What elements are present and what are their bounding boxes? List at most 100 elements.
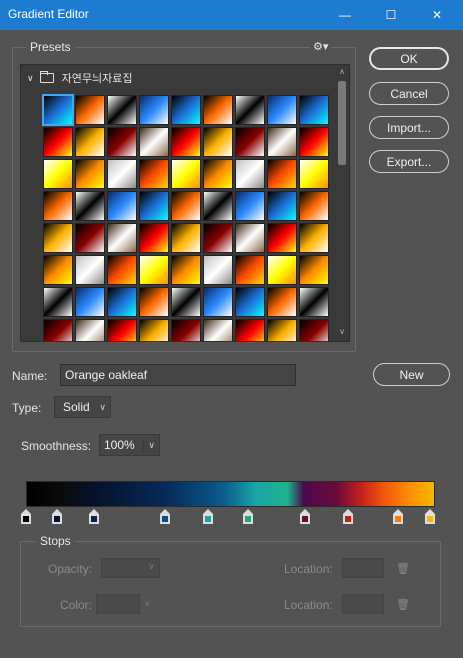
preset-swatch[interactable]: [171, 255, 201, 285]
preset-scrollbar[interactable]: ∧ ∨: [335, 65, 349, 341]
preset-swatch[interactable]: [107, 159, 137, 189]
color-stop[interactable]: [243, 509, 253, 524]
opacity-field[interactable]: ∨: [101, 558, 160, 578]
gradient-preview-bar[interactable]: [26, 481, 435, 507]
preset-swatch[interactable]: [75, 191, 105, 221]
preset-swatch[interactable]: [267, 127, 297, 157]
preset-swatch[interactable]: [203, 287, 233, 317]
import-button[interactable]: Import...: [369, 116, 449, 139]
preset-swatch[interactable]: [43, 159, 73, 189]
delete-color-stop-icon[interactable]: 🗑: [396, 598, 410, 611]
preset-swatch[interactable]: [267, 255, 297, 285]
color-stop[interactable]: [52, 509, 62, 524]
preset-swatch[interactable]: [203, 159, 233, 189]
color-stop[interactable]: [300, 509, 310, 524]
preset-swatch[interactable]: [299, 287, 329, 317]
preset-swatch[interactable]: [267, 191, 297, 221]
preset-swatch[interactable]: [75, 255, 105, 285]
preset-swatch[interactable]: [139, 255, 169, 285]
export-button[interactable]: Export...: [369, 150, 449, 173]
preset-swatch[interactable]: [203, 319, 233, 341]
preset-swatch[interactable]: [139, 127, 169, 157]
preset-swatch[interactable]: [139, 319, 169, 341]
preset-swatch[interactable]: [43, 127, 73, 157]
preset-swatch[interactable]: [107, 127, 137, 157]
preset-swatch[interactable]: [75, 159, 105, 189]
preset-swatch[interactable]: [75, 319, 105, 341]
preset-swatch[interactable]: [235, 95, 265, 125]
preset-swatch[interactable]: [171, 223, 201, 253]
preset-swatch[interactable]: [299, 223, 329, 253]
preset-swatch[interactable]: [75, 287, 105, 317]
preset-swatch[interactable]: [235, 223, 265, 253]
color-location-field[interactable]: [342, 594, 384, 614]
scroll-up-icon[interactable]: ∧: [335, 67, 349, 76]
type-select[interactable]: Solid ∨: [54, 396, 111, 418]
preset-swatch[interactable]: [235, 127, 265, 157]
color-stop[interactable]: [343, 509, 353, 524]
preset-swatch[interactable]: [299, 95, 329, 125]
preset-swatch[interactable]: [43, 223, 73, 253]
preset-swatch[interactable]: [42, 94, 74, 126]
new-button[interactable]: New: [373, 363, 450, 386]
scroll-down-icon[interactable]: ∨: [335, 327, 349, 336]
preset-swatch[interactable]: [267, 223, 297, 253]
preset-swatch[interactable]: [299, 191, 329, 221]
preset-swatch[interactable]: [235, 287, 265, 317]
color-stop[interactable]: [425, 509, 435, 524]
scrollbar-thumb[interactable]: [338, 81, 346, 165]
preset-swatch[interactable]: [107, 255, 137, 285]
preset-swatch[interactable]: [299, 319, 329, 341]
preset-swatch[interactable]: [203, 255, 233, 285]
preset-swatch[interactable]: [299, 159, 329, 189]
preset-swatch[interactable]: [43, 319, 73, 341]
preset-swatch[interactable]: [203, 191, 233, 221]
gear-icon[interactable]: ⚙▾: [310, 40, 332, 53]
preset-swatch[interactable]: [267, 319, 297, 341]
close-button[interactable]: ✕: [414, 0, 460, 30]
preset-swatch[interactable]: [75, 223, 105, 253]
preset-swatch[interactable]: [139, 191, 169, 221]
cancel-button[interactable]: Cancel: [369, 82, 449, 105]
preset-swatch[interactable]: [75, 127, 105, 157]
smoothness-select[interactable]: 100% ∨: [99, 434, 160, 456]
preset-swatch[interactable]: [171, 159, 201, 189]
preset-swatch[interactable]: [139, 223, 169, 253]
preset-swatch[interactable]: [235, 255, 265, 285]
preset-swatch[interactable]: [107, 223, 137, 253]
color-swatch-field[interactable]: [96, 594, 140, 614]
color-stop[interactable]: [203, 509, 213, 524]
preset-swatch[interactable]: [267, 159, 297, 189]
preset-swatch[interactable]: [107, 191, 137, 221]
preset-swatch[interactable]: [203, 127, 233, 157]
preset-swatch[interactable]: [171, 127, 201, 157]
preset-swatch[interactable]: [203, 223, 233, 253]
preset-swatch[interactable]: [299, 255, 329, 285]
preset-swatch[interactable]: [171, 287, 201, 317]
preset-swatch[interactable]: [75, 95, 105, 125]
preset-swatch[interactable]: [171, 191, 201, 221]
ok-button[interactable]: OK: [369, 47, 449, 70]
preset-swatch[interactable]: [267, 95, 297, 125]
preset-swatch[interactable]: [203, 95, 233, 125]
preset-swatch[interactable]: [171, 95, 201, 125]
preset-swatch[interactable]: [235, 319, 265, 341]
chevron-down-icon[interactable]: ∨: [27, 73, 34, 84]
preset-swatch[interactable]: [43, 191, 73, 221]
color-stop[interactable]: [393, 509, 403, 524]
preset-swatch[interactable]: [171, 319, 201, 341]
minimize-button[interactable]: —: [322, 0, 368, 30]
preset-folder[interactable]: ∨ 자연무늬자료집: [21, 65, 335, 91]
preset-swatch[interactable]: [107, 319, 137, 341]
preset-swatch[interactable]: [43, 255, 73, 285]
name-field[interactable]: Orange oakleaf: [60, 364, 296, 386]
preset-swatch[interactable]: [235, 159, 265, 189]
preset-swatch[interactable]: [139, 287, 169, 317]
preset-swatch[interactable]: [43, 287, 73, 317]
delete-opacity-stop-icon[interactable]: 🗑: [396, 562, 410, 575]
preset-swatch[interactable]: [107, 95, 137, 125]
preset-swatch[interactable]: [139, 159, 169, 189]
preset-swatch[interactable]: [139, 95, 169, 125]
preset-swatch[interactable]: [299, 127, 329, 157]
maximize-button[interactable]: ☐: [368, 0, 414, 30]
